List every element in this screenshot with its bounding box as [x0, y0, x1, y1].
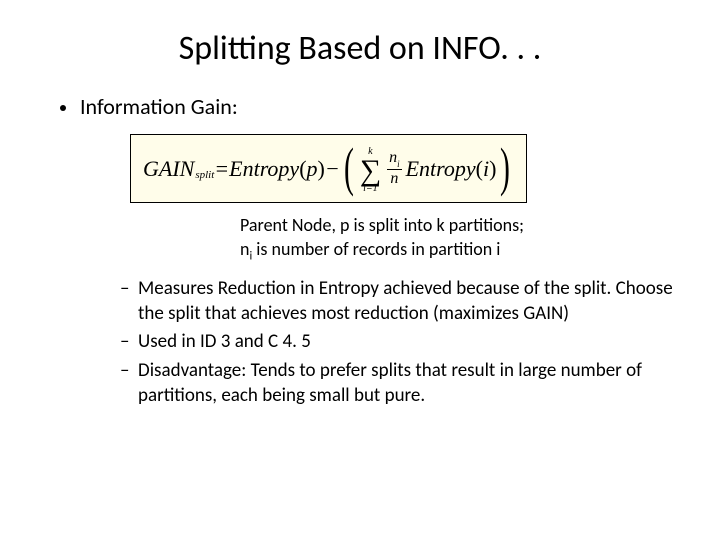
lhs-gain: GAIN — [143, 156, 194, 182]
caption-rest: is number of records in partition i — [252, 238, 500, 260]
entropy-p-fn: Entropy — [229, 156, 299, 182]
fraction-denominator: n — [390, 170, 398, 187]
sum-lower: i=1 — [363, 184, 378, 194]
bullet-information-gain: Information Gain: — [60, 93, 680, 120]
slide: Splitting Based on INFO. . . Information… — [0, 0, 720, 540]
gain-formula: GAINsplit = Entropy(p) − ( k ∑ i=1 ni n … — [143, 145, 514, 192]
slide-title: Splitting Based on INFO. . . — [40, 28, 680, 69]
sub-bullet-list: – Measures Reduction in Entropy achieved… — [120, 277, 680, 408]
dash-icon: – — [120, 330, 138, 355]
caption-line-1: Parent Node, p is split into k partition… — [240, 213, 680, 237]
entropy-i-fn: Entropy — [406, 156, 476, 182]
formula-caption: Parent Node, p is split into k partition… — [240, 213, 680, 265]
dash-icon: – — [120, 359, 138, 384]
bullet-text: Information Gain: — [80, 93, 238, 120]
fraction: ni n — [387, 150, 402, 187]
bullet-dot-icon — [60, 105, 66, 111]
caption-line-2: ni is number of records in partition i — [240, 237, 680, 265]
lparen2-icon: ( — [476, 156, 483, 182]
entropy-p-arg: p — [307, 156, 318, 182]
rparen2-icon: ) — [489, 156, 496, 182]
dash-icon: – — [120, 277, 138, 302]
lhs-sub: split — [195, 169, 214, 181]
equals: = — [214, 156, 229, 182]
summation: k ∑ i=1 — [360, 147, 381, 194]
formula-box: GAINsplit = Entropy(p) − ( k ∑ i=1 ni n … — [130, 134, 527, 203]
rparen-icon: ) — [318, 156, 325, 182]
num-sub: i — [397, 159, 400, 169]
sub-bullet-text: Measures Reduction in Entropy achieved b… — [138, 277, 680, 326]
sub-bullet-disadvantage: – Disadvantage: Tends to prefer splits t… — [120, 359, 680, 408]
sub-bullet-used-in: – Used in ID 3 and C 4. 5 — [120, 330, 680, 355]
minus: − — [325, 156, 340, 182]
sigma-icon: ∑ — [360, 157, 381, 184]
fraction-numerator: ni — [387, 150, 402, 170]
num-sym: n — [389, 149, 397, 166]
sub-bullet-measures: – Measures Reduction in Entropy achieved… — [120, 277, 680, 326]
sub-bullet-text: Used in ID 3 and C 4. 5 — [138, 330, 680, 355]
sub-bullet-text: Disadvantage: Tends to prefer splits tha… — [138, 359, 680, 408]
lparen-icon: ( — [299, 156, 306, 182]
